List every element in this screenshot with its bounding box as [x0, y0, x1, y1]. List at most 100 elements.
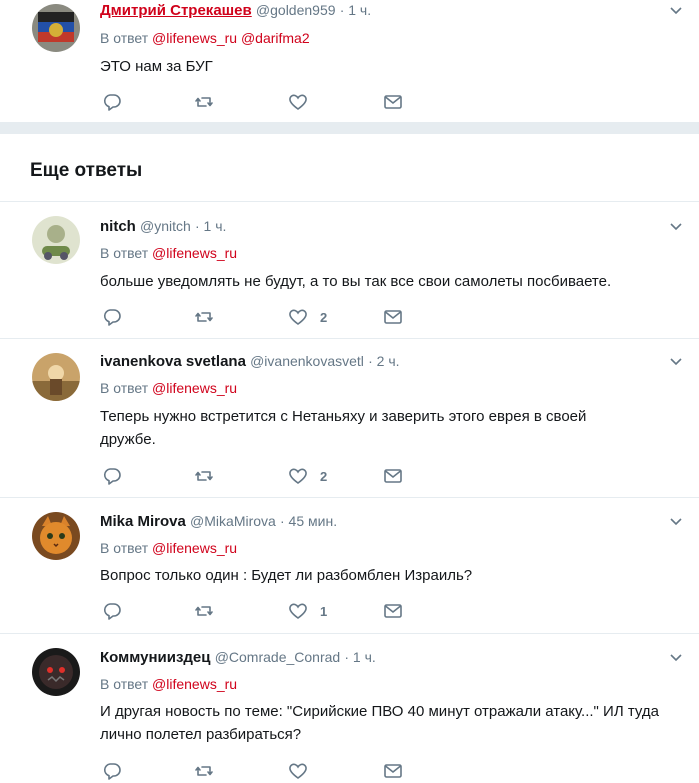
tweet-time[interactable]: · 45 мин.	[280, 513, 337, 529]
reply-icon	[103, 763, 121, 780]
avatar[interactable]	[32, 648, 80, 696]
mention-link[interactable]: @darifma2	[241, 30, 310, 46]
reply-button[interactable]	[102, 759, 122, 783]
author-handle[interactable]: @ynitch	[140, 218, 191, 234]
reply-prefix: В ответ	[100, 380, 149, 396]
more-replies-header: Еще ответы	[0, 134, 699, 202]
reply-prefix: В ответ	[100, 540, 149, 556]
reply-context: В ответ @lifenews_ru	[100, 243, 237, 263]
tweet-text: И другая новость по теме: "Сирийские ПВО…	[100, 703, 659, 743]
tweet-text: Вопрос только один : Будет ли разбомблен…	[100, 567, 473, 584]
reply-context: В ответ @lifenews_ru	[100, 674, 237, 694]
like-button[interactable]	[288, 759, 320, 783]
tweet-time[interactable]: · 1 ч.	[340, 2, 371, 18]
reply-button[interactable]	[102, 90, 122, 114]
reply-button[interactable]	[102, 305, 122, 329]
author-handle[interactable]: @golden959	[256, 2, 336, 18]
retweet-button[interactable]	[194, 305, 214, 329]
author-name[interactable]: Mika Mirova	[100, 513, 186, 530]
envelope-icon	[384, 310, 402, 324]
retweet-icon	[195, 766, 213, 776]
tweet-header: ivanenkova svetlana @ivanenkovasvetl · 2…	[100, 351, 400, 372]
direct-message-button[interactable]	[383, 464, 403, 488]
author-handle[interactable]: @Comrade_Conrad	[215, 649, 341, 665]
envelope-icon	[384, 95, 402, 109]
reply-prefix: В ответ	[100, 676, 149, 692]
retweet-icon	[195, 97, 213, 107]
section-title: Еще ответы	[30, 160, 143, 181]
retweet-icon	[195, 606, 213, 616]
author-handle[interactable]: @ivanenkovasvetl	[250, 353, 364, 369]
retweet-button[interactable]	[194, 90, 214, 114]
retweet-button[interactable]	[194, 464, 214, 488]
tweet-actions: 2	[100, 305, 420, 329]
mention-link[interactable]: @lifenews_ru	[152, 380, 237, 396]
author-name[interactable]: Дмитрий Стрекашев	[100, 2, 252, 19]
avatar[interactable]	[32, 4, 80, 52]
retweet-icon	[195, 471, 213, 481]
author-name[interactable]: ivanenkova svetlana	[100, 353, 246, 370]
chevron-down-icon[interactable]	[669, 355, 683, 369]
author-name[interactable]: nitch	[100, 218, 136, 235]
author-handle[interactable]: @MikaMirova	[190, 513, 276, 529]
tweet-text: ЭТО нам за БУГ	[100, 58, 213, 75]
like-button[interactable]: 1	[288, 599, 327, 623]
retweet-button[interactable]	[194, 759, 214, 783]
retweet-icon	[195, 312, 213, 322]
tweet-header: Коммунииздец @Comrade_Conrad · 1 ч.	[100, 647, 376, 668]
chevron-down-icon[interactable]	[669, 4, 683, 18]
section-divider	[0, 122, 699, 134]
tweet-header: nitch @ynitch · 1 ч.	[100, 216, 226, 237]
chevron-down-icon[interactable]	[669, 220, 683, 234]
tweet-card[interactable]: Коммунииздец @Comrade_Conrad · 1 ч. В от…	[0, 634, 699, 781]
tweet-card[interactable]: nitch @ynitch · 1 ч. В ответ @lifenews_r…	[0, 202, 699, 339]
reply-icon	[103, 309, 121, 326]
like-button[interactable]: 2	[288, 464, 327, 488]
tweet-header: Дмитрий Стрекашев @golden959 · 1 ч.	[100, 0, 371, 21]
tweet-actions	[100, 90, 420, 114]
tweet-text: больше уведомлять не будут, а то вы так …	[100, 273, 612, 290]
avatar[interactable]	[32, 216, 80, 264]
mention-link[interactable]: @lifenews_ru	[152, 30, 237, 46]
mention-link[interactable]: @lifenews_ru	[152, 245, 237, 261]
heart-icon	[289, 468, 307, 484]
like-button[interactable]: 2	[288, 305, 327, 329]
author-name[interactable]: Коммунииздец	[100, 649, 211, 666]
tweet-time[interactable]: · 1 ч.	[195, 218, 226, 234]
reply-context: В ответ @lifenews_ru	[100, 378, 237, 398]
envelope-icon	[384, 764, 402, 778]
tweet-header: Mika Mirova @MikaMirova · 45 мин.	[100, 511, 337, 532]
tweet-actions	[100, 759, 420, 783]
tweet-card[interactable]: Дмитрий Стрекашев @golden959 · 1 ч. В от…	[0, 0, 699, 122]
chevron-down-icon[interactable]	[669, 515, 683, 529]
heart-icon	[289, 763, 307, 779]
tweet-text: Теперь нужно встретится с Нетаньяху и за…	[100, 408, 587, 448]
direct-message-button[interactable]	[383, 599, 403, 623]
reply-context: В ответ @lifenews_ru @darifma2	[100, 28, 310, 48]
like-count: 1	[320, 603, 328, 619]
chevron-down-icon[interactable]	[669, 651, 683, 665]
reply-context: В ответ @lifenews_ru	[100, 538, 237, 558]
like-count: 2	[320, 309, 328, 325]
reply-icon	[103, 94, 121, 111]
reply-icon	[103, 468, 121, 485]
tweet-actions: 2	[100, 464, 420, 488]
mention-link[interactable]: @lifenews_ru	[152, 676, 237, 692]
heart-icon	[289, 603, 307, 619]
tweet-card[interactable]: ivanenkova svetlana @ivanenkovasvetl · 2…	[0, 339, 699, 498]
direct-message-button[interactable]	[383, 759, 403, 783]
tweet-time[interactable]: · 2 ч.	[368, 353, 399, 369]
reply-button[interactable]	[102, 464, 122, 488]
reply-prefix: В ответ	[100, 245, 149, 261]
mention-link[interactable]: @lifenews_ru	[152, 540, 237, 556]
tweet-time[interactable]: · 1 ч.	[344, 649, 375, 665]
tweet-card[interactable]: Mika Mirova @MikaMirova · 45 мин. В отве…	[0, 498, 699, 634]
like-button[interactable]	[288, 90, 320, 114]
reply-button[interactable]	[102, 599, 122, 623]
envelope-icon	[384, 469, 402, 483]
avatar[interactable]	[32, 512, 80, 560]
avatar[interactable]	[32, 353, 80, 401]
retweet-button[interactable]	[194, 599, 214, 623]
direct-message-button[interactable]	[383, 90, 403, 114]
direct-message-button[interactable]	[383, 305, 403, 329]
